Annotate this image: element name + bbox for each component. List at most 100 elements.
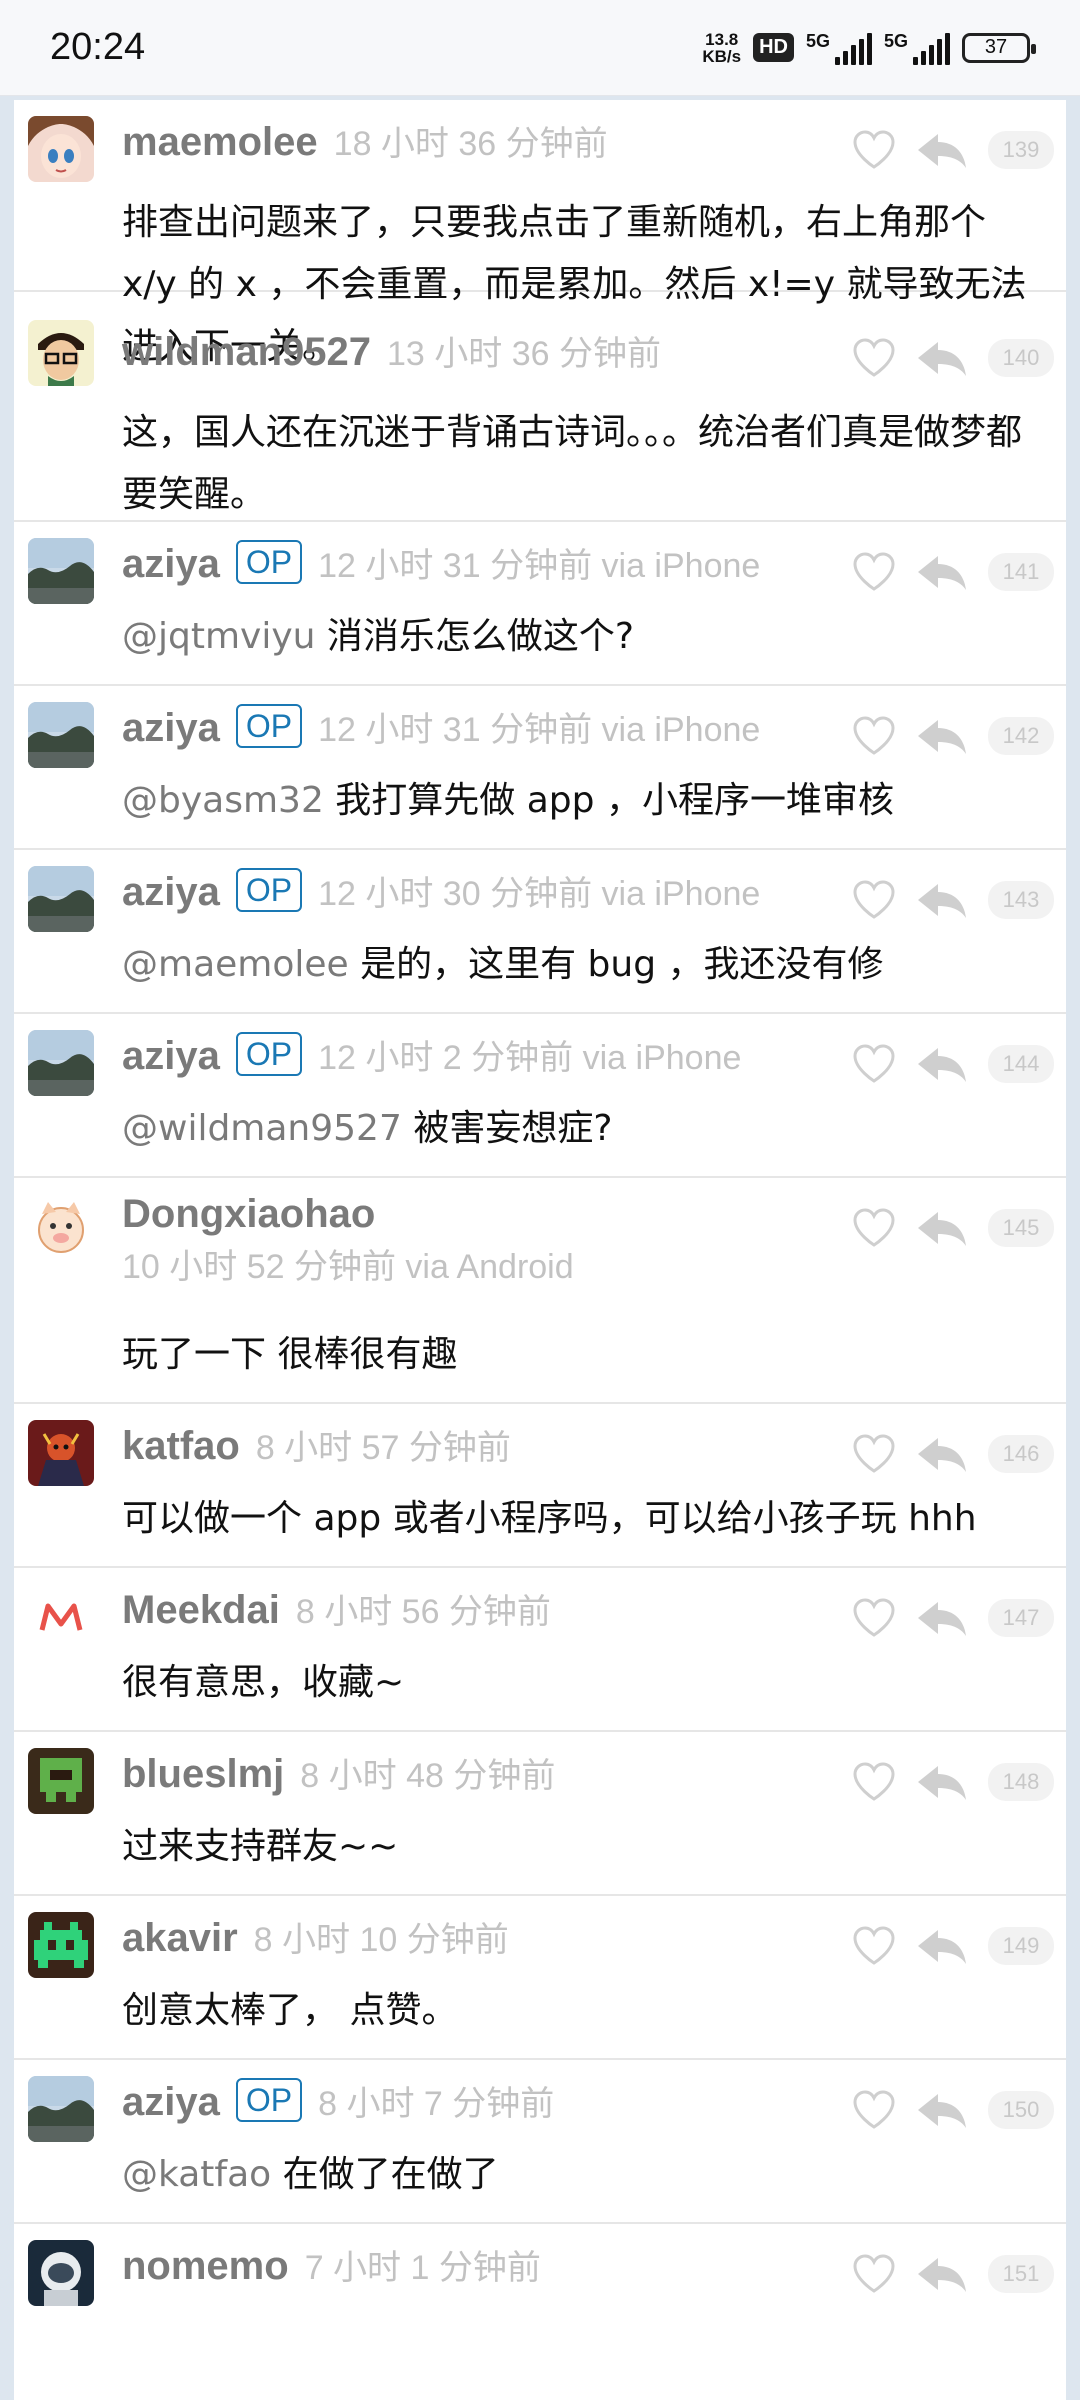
avatar[interactable] [28, 538, 94, 604]
reply-arrow-icon[interactable] [916, 1208, 968, 1248]
reply-actions: 148 [852, 1762, 1054, 1802]
reply-meta: Dongxiaohao 10 小时 52 分钟前 via Android [122, 1192, 842, 1297]
avatar[interactable] [28, 1194, 94, 1260]
avatar[interactable] [28, 866, 94, 932]
avatar[interactable] [28, 1912, 94, 1978]
heart-icon[interactable] [852, 130, 896, 170]
username-link[interactable]: Dongxiaohao [122, 1192, 375, 1237]
floor-number: 147 [988, 1599, 1054, 1637]
username-link[interactable]: blueslmj [122, 1752, 284, 1797]
reply-arrow-icon[interactable] [916, 1762, 968, 1802]
pixel-avatar-icon [28, 1748, 94, 1814]
avatar[interactable] [28, 1420, 94, 1486]
landscape-avatar-icon [28, 2076, 94, 2142]
hd-voice-icon: HD [753, 33, 794, 62]
username-link[interactable]: Meekdai [122, 1588, 280, 1633]
reply-arrow-icon[interactable] [916, 1598, 968, 1638]
reply-item: Dongxiaohao 10 小时 52 分钟前 via Android 145… [14, 1178, 1066, 1404]
username-link[interactable]: aziya [122, 2080, 220, 2125]
heart-icon[interactable] [852, 1434, 896, 1474]
status-icons: 13.8 KB/s HD 5G 5G 37 [702, 31, 1036, 65]
reply-item: maemolee 18 小时 36 分钟前 139 排查出问题来了，只要我点击了… [14, 100, 1066, 367]
floor-number: 148 [988, 1763, 1054, 1801]
reply-content: 可以做一个 app 或者小程序吗，可以给小孩子玩 hhh [122, 1488, 1052, 1550]
reply-content: @wildman9527 被害妄想症? [122, 1098, 1052, 1160]
reply-text: 消消乐怎么做这个? [315, 616, 635, 657]
heart-icon[interactable] [852, 1208, 896, 1248]
mention-link[interactable]: @jqtmviyu [122, 616, 315, 657]
reply-arrow-icon[interactable] [916, 2254, 968, 2294]
timestamp: 8 小时 48 分钟前 [300, 1757, 556, 1795]
reply-actions: 144 [852, 1044, 1054, 1084]
timestamp: 8 小时 10 分钟前 [253, 1921, 509, 1959]
avatar[interactable] [28, 320, 94, 386]
heart-icon[interactable] [852, 338, 896, 378]
floor-number: 151 [988, 2255, 1054, 2293]
username-link[interactable]: aziya [122, 542, 220, 587]
username-link[interactable]: nomemo [122, 2244, 289, 2289]
reply-text: 创意太棒了， 点赞。 [122, 1990, 458, 2031]
reply-actions: 140 [852, 338, 1054, 378]
reply-item: akavir 8 小时 10 分钟前 149 创意太棒了， 点赞。 [14, 1896, 1066, 2060]
landscape-avatar-icon [28, 702, 94, 768]
status-bar: 20:24 13.8 KB/s HD 5G 5G 37 [0, 0, 1080, 96]
reply-actions: 142 [852, 716, 1054, 756]
reply-arrow-icon[interactable] [916, 1926, 968, 1966]
avatar[interactable] [28, 2240, 94, 2306]
battery-level: 37 [984, 36, 1008, 58]
heart-icon[interactable] [852, 1762, 896, 1802]
reply-arrow-icon[interactable] [916, 130, 968, 170]
heart-icon[interactable] [852, 2254, 896, 2294]
mention-link[interactable]: @wildman9527 [122, 1108, 402, 1149]
floor-number: 142 [988, 717, 1054, 755]
username-link[interactable]: maemolee [122, 120, 318, 165]
reply-list[interactable]: maemolee 18 小时 36 分钟前 139 排查出问题来了，只要我点击了… [14, 100, 1066, 2400]
reply-arrow-icon[interactable] [916, 1434, 968, 1474]
avatar[interactable] [28, 1748, 94, 1814]
username-link[interactable]: wildman9527 [122, 330, 371, 375]
reply-item: Meekdai 8 小时 56 分钟前 147 很有意思，收藏~ [14, 1568, 1066, 1732]
reply-arrow-icon[interactable] [916, 1044, 968, 1084]
reply-item: nomemo 7 小时 1 分钟前 151 [14, 2224, 1066, 2388]
reply-item: wildman9527 13 小时 36 分钟前 140 这，国人还在沉迷于背诵… [14, 292, 1066, 522]
heart-icon[interactable] [852, 1926, 896, 1966]
username-link[interactable]: akavir [122, 1916, 238, 1961]
heart-icon[interactable] [852, 1044, 896, 1084]
reply-text: 是的，这里有 bug ，我还没有修 [348, 944, 884, 985]
timestamp: 13 小时 36 分钟前 [387, 335, 661, 373]
mention-link[interactable]: @katfao [122, 2154, 271, 2195]
username-link[interactable]: katfao [122, 1424, 240, 1469]
username-link[interactable]: aziya [122, 870, 220, 915]
reply-arrow-icon[interactable] [916, 338, 968, 378]
reply-arrow-icon[interactable] [916, 2090, 968, 2130]
reply-content: @jqtmviyu 消消乐怎么做这个? [122, 606, 1052, 668]
timestamp: 8 小时 57 分钟前 [255, 1429, 511, 1467]
avatar[interactable] [28, 1584, 94, 1650]
reply-arrow-icon[interactable] [916, 716, 968, 756]
timestamp: 12 小时 2 分钟前 via iPhone [318, 1039, 742, 1077]
heart-icon[interactable] [852, 1598, 896, 1638]
heart-icon[interactable] [852, 2090, 896, 2130]
mention-link[interactable]: @maemolee [122, 944, 349, 985]
reply-item: aziya OP 12 小时 31 分钟前 via iPhone 142 @by… [14, 686, 1066, 850]
heart-icon[interactable] [852, 880, 896, 920]
reply-actions: 145 [852, 1208, 1054, 1248]
reply-meta: aziya OP 12 小时 31 分钟前 via iPhone [122, 536, 842, 596]
username-link[interactable]: aziya [122, 1034, 220, 1079]
reply-arrow-icon[interactable] [916, 552, 968, 592]
heart-icon[interactable] [852, 716, 896, 756]
username-link[interactable]: aziya [122, 706, 220, 751]
glasses-man-avatar-icon [28, 320, 94, 386]
avatar[interactable] [28, 1030, 94, 1096]
reply-arrow-icon[interactable] [916, 880, 968, 920]
reply-meta: maemolee 18 小时 36 分钟前 [122, 114, 842, 174]
reply-actions: 141 [852, 552, 1054, 592]
avatar[interactable] [28, 2076, 94, 2142]
reply-item: katfao 8 小时 57 分钟前 146 可以做一个 app 或者小程序吗，… [14, 1404, 1066, 1568]
timestamp: 8 小时 56 分钟前 [295, 1593, 551, 1631]
avatar[interactable] [28, 116, 94, 182]
mention-link[interactable]: @byasm32 [122, 780, 324, 821]
op-badge: OP [235, 2078, 303, 2122]
heart-icon[interactable] [852, 552, 896, 592]
avatar[interactable] [28, 702, 94, 768]
